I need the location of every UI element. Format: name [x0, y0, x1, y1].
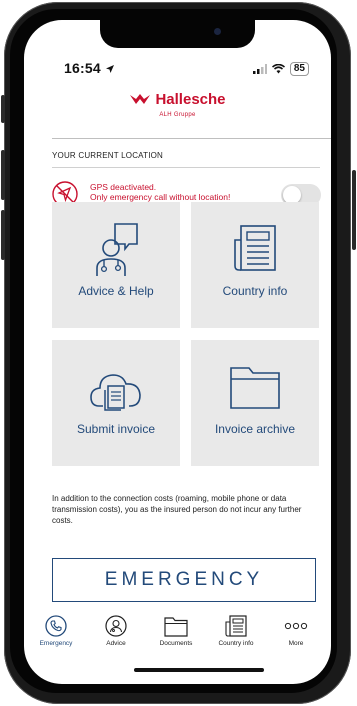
battery-icon: 85 [289, 62, 309, 76]
front-camera [214, 28, 221, 35]
tile-label: Country info [222, 284, 288, 298]
folder-icon [164, 617, 188, 637]
tile-label: Advice & Help [78, 284, 154, 298]
side-button-left [1, 210, 5, 260]
brand-logo: Hallesche ALH Gruppe [24, 91, 331, 118]
status-icons: 85 [252, 61, 309, 77]
tab-documents[interactable]: Documents [146, 615, 206, 647]
status-bar: 16:54 85 [24, 60, 331, 80]
brand-name: Hallesche [155, 91, 226, 108]
location-heading: YOUR CURRENT LOCATION [52, 151, 164, 160]
emergency-button[interactable]: EMERGENCY [52, 558, 316, 602]
side-button-left [1, 150, 5, 200]
tab-more[interactable]: More [266, 615, 326, 647]
tab-label: More [288, 640, 304, 647]
folder-icon [230, 367, 280, 409]
tile-invoice-archive[interactable]: Invoice archive [191, 340, 319, 466]
doctor-advice-icon [96, 223, 138, 276]
tile-country-info[interactable]: Country info [191, 202, 319, 328]
status-time: 16:54 [64, 60, 115, 76]
doctor-icon [105, 615, 127, 637]
tile-submit-invoice[interactable]: Submit invoice [52, 340, 180, 466]
tile-advice-help[interactable]: Advice & Help [52, 202, 180, 328]
tab-label: Emergency [39, 640, 73, 647]
side-button-left [1, 95, 5, 123]
tab-advice[interactable]: Advice [86, 615, 146, 647]
tile-label: Submit invoice [76, 422, 156, 436]
cost-info-text: In addition to the connection costs (roa… [52, 494, 302, 525]
tile-label: Invoice archive [214, 422, 296, 436]
divider [52, 167, 320, 168]
notch [100, 20, 255, 48]
tab-label: Country info [218, 640, 254, 647]
location-arrow-icon [105, 65, 114, 73]
more-icon [284, 622, 308, 630]
tab-label: Documents [159, 640, 193, 647]
newspaper-icon [225, 615, 247, 637]
divider [52, 138, 331, 139]
cloud-document-icon [90, 374, 141, 411]
newspaper-icon [234, 225, 276, 271]
brand-tagline: ALH Gruppe [159, 111, 196, 118]
side-button-right [352, 170, 356, 250]
tab-emergency[interactable]: Emergency [26, 615, 86, 647]
wifi-icon [271, 64, 285, 74]
bottom-tab-bar: Emergency Advice Documents Country info … [24, 615, 331, 665]
tab-country-info[interactable]: Country info [206, 615, 266, 647]
gps-status-text: GPS deactivated. Only emergency call wit… [90, 182, 231, 202]
tab-label: Advice [106, 640, 126, 647]
hallesche-logo-icon [130, 93, 151, 104]
app-screen: 16:54 85 Hallesche ALH Gruppe YOUR CURRE… [24, 20, 331, 684]
home-indicator[interactable] [134, 668, 264, 672]
phone-icon [45, 615, 67, 637]
signal-icon [252, 64, 267, 74]
